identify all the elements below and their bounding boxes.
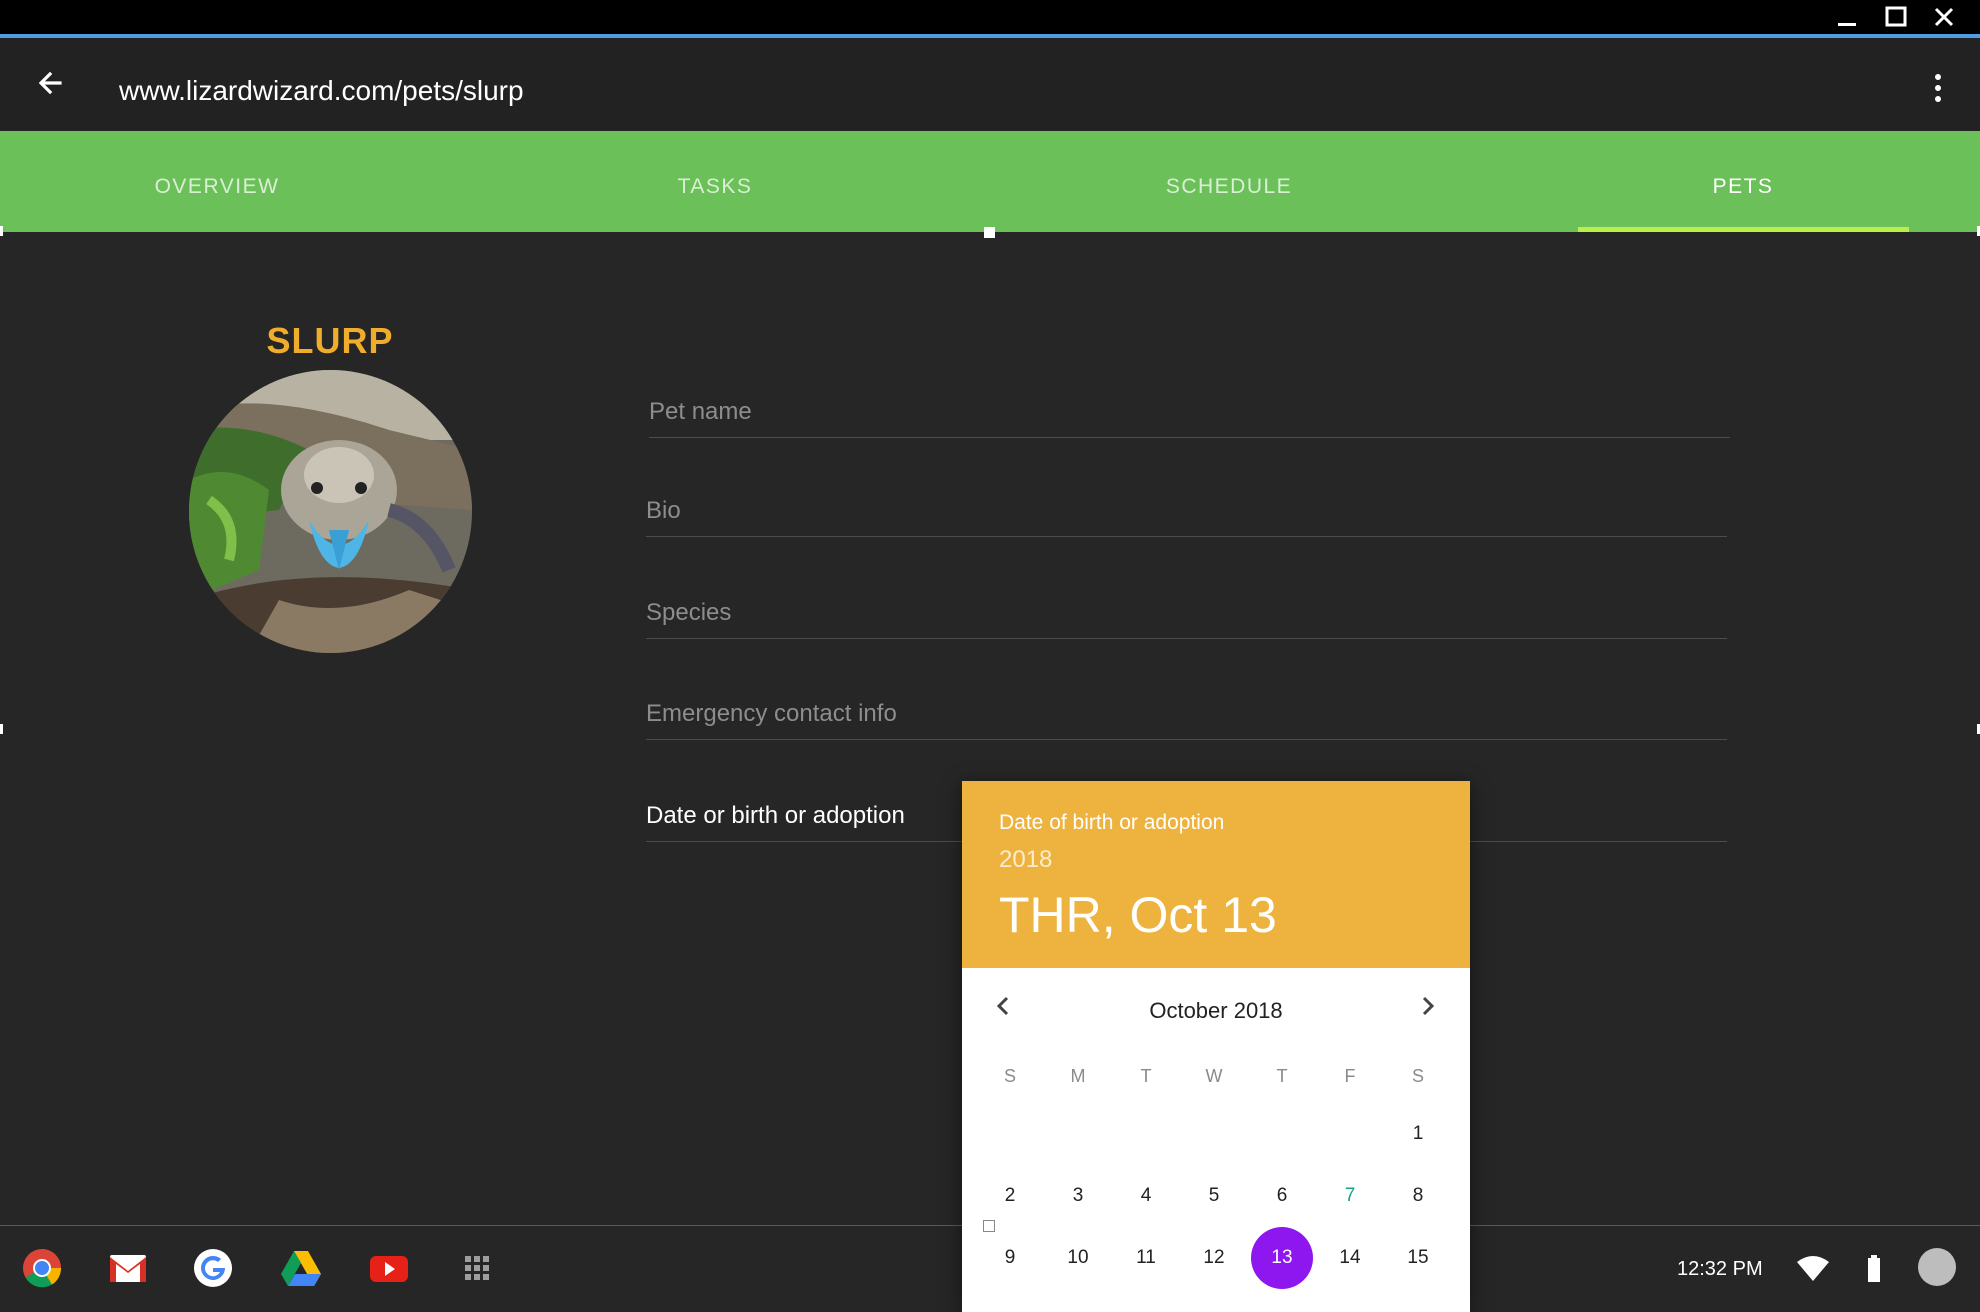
chevron-right-icon[interactable] [1409, 988, 1445, 1024]
month-label: October 2018 [1149, 998, 1283, 1023]
calendar-day-today[interactable]: 7 [1319, 1165, 1381, 1227]
calendar-day[interactable]: 1 [1387, 1103, 1449, 1165]
pet-title: SLURP [266, 320, 394, 361]
tab-pets[interactable]: PETS [1578, 131, 1908, 232]
calendar-day[interactable]: 12 [1183, 1227, 1245, 1289]
close-icon[interactable] [1920, 0, 1968, 34]
maximize-icon[interactable] [1872, 0, 1920, 34]
resize-handle[interactable] [0, 226, 3, 236]
calendar-day-selected[interactable]: 13 [1251, 1227, 1313, 1289]
tab-bar: OVERVIEW TASKS SCHEDULE PETS [0, 131, 1980, 232]
pet-name-field[interactable]: Pet name [649, 388, 1730, 438]
species-field[interactable]: Species [646, 589, 1727, 639]
tab-schedule[interactable]: SCHEDULE [1064, 131, 1394, 232]
wifi-icon[interactable] [1796, 1254, 1830, 1289]
date-picker-year[interactable]: 2018 [999, 846, 1052, 874]
resize-handle[interactable] [0, 724, 3, 734]
resize-handle[interactable] [984, 227, 995, 238]
arrow-back-icon[interactable] [30, 62, 72, 104]
account-avatar[interactable] [1918, 1248, 1956, 1286]
species-placeholder: Species [646, 599, 732, 626]
gmail-icon[interactable] [107, 1247, 149, 1289]
weekday-header: W [1205, 1066, 1223, 1086]
calendar-day[interactable]: 5 [1183, 1165, 1245, 1227]
emergency-contact-placeholder: Emergency contact info [646, 700, 897, 727]
resize-handle[interactable] [983, 1220, 995, 1232]
weekday-header: F [1344, 1066, 1356, 1086]
weekday-header: M [1070, 1066, 1086, 1086]
more-vert-icon[interactable] [1920, 72, 1956, 108]
bio-placeholder: Bio [646, 497, 681, 524]
google-icon[interactable] [192, 1247, 234, 1289]
tab-tasks[interactable]: TASKS [550, 131, 880, 232]
clock[interactable]: 12:32 PM [1677, 1258, 1763, 1281]
calendar-day[interactable]: 4 [1115, 1165, 1177, 1227]
date-picker-header: Date of birth or adoption 2018 THR, Oct … [962, 781, 1470, 968]
launcher-icon[interactable] [456, 1247, 498, 1289]
weekday-header: S [1411, 1066, 1424, 1086]
calendar-day[interactable]: 8 [1387, 1165, 1449, 1227]
weekday-header: S [1003, 1066, 1016, 1086]
bio-field[interactable]: Bio [646, 487, 1727, 537]
date-field-label: Date or birth or adoption [646, 802, 905, 829]
emergency-contact-field[interactable]: Emergency contact info [646, 690, 1727, 740]
month-navigation: October 2018 [962, 968, 1470, 1048]
pet-name-placeholder: Pet name [649, 398, 752, 425]
calendar-day[interactable]: 11 [1115, 1227, 1177, 1289]
battery-icon[interactable] [1866, 1254, 1882, 1289]
calendar-day[interactable]: 3 [1047, 1165, 1109, 1227]
calendar-day[interactable]: 14 [1319, 1227, 1381, 1289]
minimize-icon[interactable] [1823, 0, 1871, 34]
drive-icon[interactable] [280, 1247, 322, 1289]
date-picker-dialog: Date of birth or adoption 2018 THR, Oct … [962, 781, 1470, 1312]
weekday-header: T [1276, 1066, 1288, 1086]
date-picker-selected-date[interactable]: THR, Oct 13 [999, 886, 1277, 944]
calendar-day[interactable]: 2 [979, 1165, 1041, 1227]
calendar-day[interactable]: 9 [979, 1227, 1041, 1289]
weekday-header: T [1140, 1066, 1152, 1086]
pet-avatar[interactable] [189, 370, 472, 653]
active-tab-indicator [1578, 227, 1909, 232]
app-window: www.lizardwizard.com/pets/slurp OVERVIEW… [0, 0, 1980, 1312]
chrome-icon[interactable] [21, 1247, 63, 1289]
calendar-day[interactable]: 10 [1047, 1227, 1109, 1289]
address-bar: www.lizardwizard.com/pets/slurp [0, 38, 1980, 131]
date-picker-label: Date of birth or adoption [999, 811, 1225, 834]
calendar-day[interactable]: 6 [1251, 1165, 1313, 1227]
window-title-bar [0, 0, 1980, 38]
tab-overview[interactable]: OVERVIEW [52, 131, 382, 232]
calendar-day[interactable]: 15 [1387, 1227, 1449, 1289]
url-text[interactable]: www.lizardwizard.com/pets/slurp [119, 75, 524, 107]
youtube-icon[interactable] [368, 1247, 410, 1289]
